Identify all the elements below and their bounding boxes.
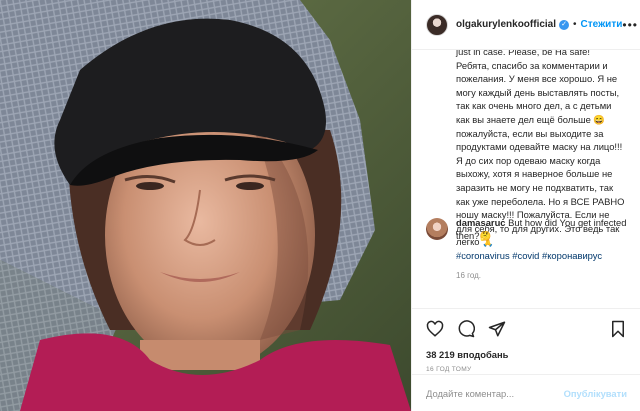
selfie-image xyxy=(0,0,411,411)
comment-icon[interactable] xyxy=(457,320,475,338)
share-icon[interactable] xyxy=(488,320,506,338)
post-photo[interactable] xyxy=(0,0,411,411)
hashtag-link[interactable]: #коронавирус xyxy=(542,250,602,261)
bookmark-icon[interactable] xyxy=(609,320,627,338)
action-icons-row xyxy=(426,319,627,339)
comment-username[interactable]: damasaruc xyxy=(456,217,506,228)
comment-input[interactable] xyxy=(426,387,558,399)
comments-scroll-area[interactable]: just in case. Please, be Ha safe! Ребята… xyxy=(412,50,640,305)
heart-icon[interactable] xyxy=(426,320,444,338)
verified-badge-icon: ✓ xyxy=(559,19,570,30)
add-comment-bar: Опублікувати xyxy=(412,374,640,411)
publish-button[interactable]: Опублікувати xyxy=(564,388,627,399)
instagram-post: olgakurylenkoofficial ✓ • Стежити ••• ju… xyxy=(0,0,640,411)
likes-count[interactable]: 38 219 вподобань xyxy=(426,349,627,360)
post-header: olgakurylenkoofficial ✓ • Стежити ••• xyxy=(412,0,640,50)
profile-avatar[interactable] xyxy=(426,13,448,36)
header-username[interactable]: olgakurylenkoofficial xyxy=(456,19,556,30)
header-separator: • xyxy=(573,19,577,30)
comment-body: damasaruc But how did You get infected t… xyxy=(456,216,631,242)
caption-time-ago[interactable]: 16 год. xyxy=(456,271,627,280)
comment-item: damasaruc But how did You get infected t… xyxy=(412,216,640,257)
next-comment-partial: … xyxy=(456,246,466,257)
hashtag-link[interactable]: #covid xyxy=(512,250,539,261)
post-side-panel: olgakurylenkoofficial ✓ • Стежити ••• ju… xyxy=(411,0,640,411)
more-options-icon[interactable]: ••• xyxy=(622,18,638,32)
commenter-avatar[interactable] xyxy=(426,218,448,240)
caption-partial-line: just in case. Please, be Ha safe! xyxy=(456,50,590,57)
follow-button[interactable]: Стежити xyxy=(581,19,623,30)
post-actions: 38 219 вподобань 16 ГОД ТОМУ xyxy=(412,308,640,374)
post-timestamp[interactable]: 16 ГОД ТОМУ xyxy=(426,366,627,373)
